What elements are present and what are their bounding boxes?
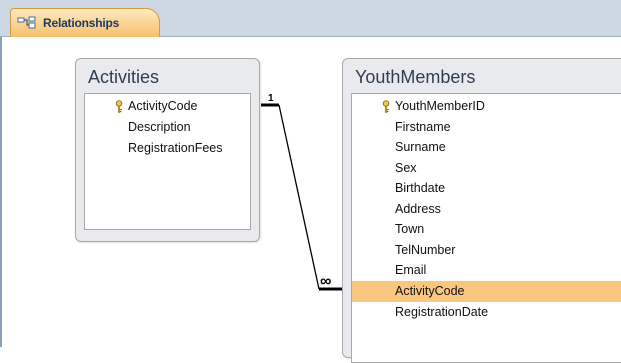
field-description[interactable]: Description — [85, 117, 250, 138]
field-label: Firstname — [395, 120, 451, 134]
field-label: Surname — [395, 140, 446, 154]
table-title-youthmembers: YouthMembers — [355, 67, 476, 87]
field-surname[interactable]: Surname — [352, 137, 621, 158]
field-list-activities: ActivityCode Description RegistrationFee… — [84, 93, 251, 230]
field-label: Birthdate — [395, 181, 446, 195]
field-activitycode-fk[interactable]: ActivityCode — [352, 281, 621, 302]
document-tab-bar: Relationships — [0, 0, 621, 37]
relationships-canvas[interactable]: 1 ∞ Activities ActivityCode Description … — [0, 37, 621, 363]
field-sex[interactable]: Sex — [352, 158, 621, 179]
field-email[interactable]: Email — [352, 260, 621, 281]
field-label: ActivityCode — [395, 284, 465, 298]
field-town[interactable]: Town — [352, 219, 621, 240]
field-label: TelNumber — [395, 243, 456, 257]
field-telnumber[interactable]: TelNumber — [352, 240, 621, 261]
primary-key-icon — [382, 100, 390, 113]
field-label: Email — [395, 263, 427, 277]
table-youthmembers[interactable]: YouthMembers YouthMemberID Firstname Sur… — [342, 58, 621, 363]
tab-label: Relationships — [43, 16, 120, 30]
relationships-icon — [17, 16, 36, 29]
field-birthdate[interactable]: Birthdate — [352, 178, 621, 199]
field-label: Description — [128, 120, 191, 134]
primary-key-icon — [115, 100, 123, 113]
field-firstname[interactable]: Firstname — [352, 117, 621, 138]
relationship-many-label: ∞ — [320, 273, 331, 290]
field-registrationfees[interactable]: RegistrationFees — [85, 138, 250, 159]
field-label: Sex — [395, 161, 417, 175]
field-label: Town — [395, 222, 425, 236]
table-title-activities: Activities — [88, 67, 160, 87]
tab-relationships[interactable]: Relationships — [10, 8, 160, 37]
field-label: RegistrationFees — [128, 141, 223, 155]
field-label: RegistrationDate — [395, 305, 489, 319]
field-registrationdate[interactable]: RegistrationDate — [352, 302, 621, 323]
field-address[interactable]: Address — [352, 199, 621, 220]
relationship-one-label: 1 — [268, 93, 274, 104]
table-activities[interactable]: Activities ActivityCode Description Regi… — [75, 58, 260, 242]
field-activitycode[interactable]: ActivityCode — [85, 96, 250, 117]
field-youthmemberid[interactable]: YouthMemberID — [352, 96, 621, 117]
field-label: Address — [395, 202, 441, 216]
field-label: YouthMemberID — [395, 99, 485, 113]
field-list-youthmembers: YouthMemberID Firstname Surname Sex Birt… — [351, 93, 621, 363]
field-label: ActivityCode — [128, 99, 198, 113]
